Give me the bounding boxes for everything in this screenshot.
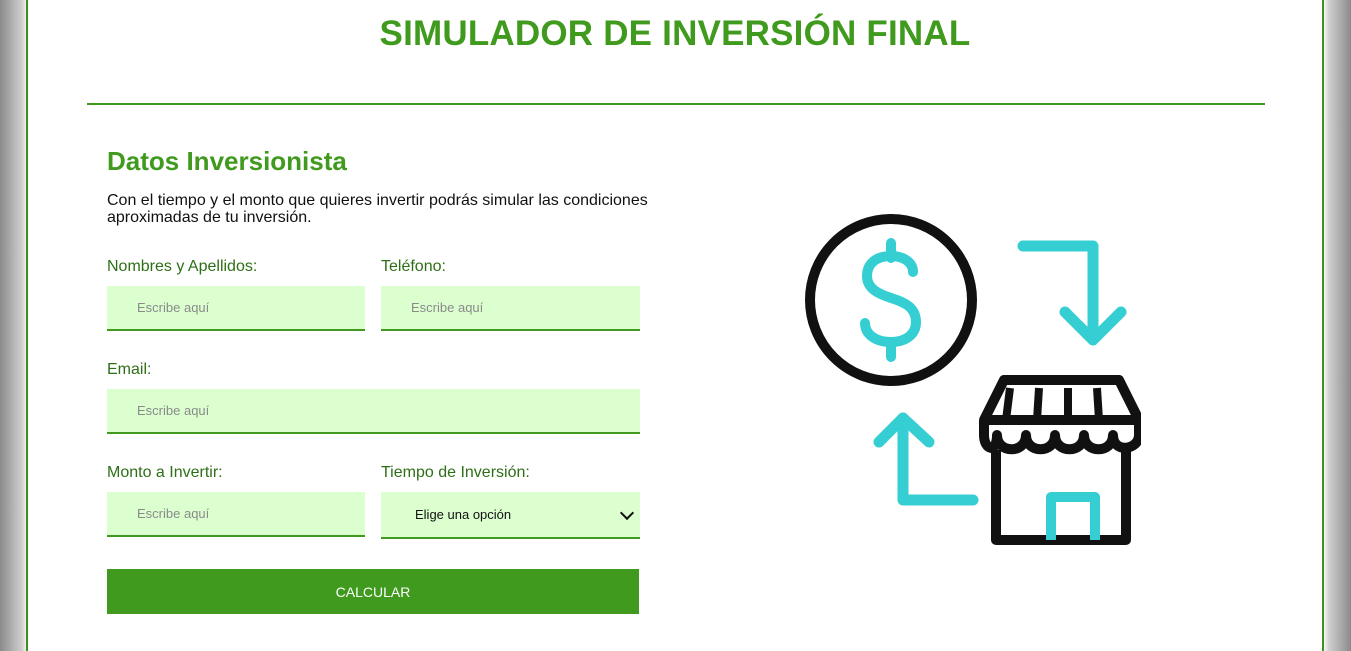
calculate-button[interactable]: CALCULAR [107,569,639,614]
term-label: Tiempo de Inversión: [381,464,530,481]
name-input[interactable] [107,286,365,331]
phone-label: Teléfono: [381,258,446,275]
arrow-up-icon [873,412,979,506]
arrow-down-icon [1017,240,1127,346]
amount-input[interactable] [107,492,365,537]
page-title: SIMULADOR DE INVERSIÓN FINAL [379,14,971,53]
term-select[interactable]: Elige una opción [381,492,640,539]
simulator-page: SIMULADOR DE INVERSIÓN FINAL Datos Inver… [26,0,1324,651]
term-select-value: Elige una opción [415,507,512,522]
phone-input[interactable] [381,286,640,331]
amount-label: Monto a Invertir: [107,464,223,481]
investment-exchange-icon [805,214,1141,545]
section-title: Datos Inversionista [107,146,347,176]
intro-text: Con el tiempo y el monto que quieres inv… [107,192,648,226]
store-icon [979,375,1141,545]
email-input[interactable] [107,389,640,434]
dollar-coin-icon [805,214,977,386]
name-label: Nombres y Apellidos: [107,258,258,275]
email-label: Email: [107,361,152,378]
chevron-down-icon [619,505,635,520]
title-divider [87,103,1265,105]
